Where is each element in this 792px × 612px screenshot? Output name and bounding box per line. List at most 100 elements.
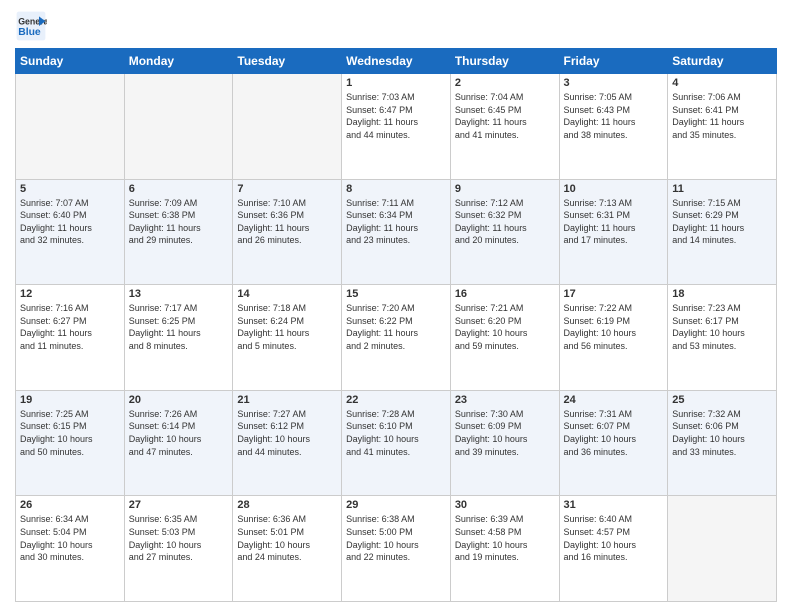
day-info: Sunrise: 7:13 AM Sunset: 6:31 PM Dayligh…: [564, 197, 664, 247]
calendar-cell: 24Sunrise: 7:31 AM Sunset: 6:07 PM Dayli…: [559, 390, 668, 496]
day-info: Sunrise: 7:16 AM Sunset: 6:27 PM Dayligh…: [20, 302, 120, 352]
day-info: Sunrise: 7:05 AM Sunset: 6:43 PM Dayligh…: [564, 91, 664, 141]
calendar-cell: 15Sunrise: 7:20 AM Sunset: 6:22 PM Dayli…: [342, 285, 451, 391]
day-info: Sunrise: 7:26 AM Sunset: 6:14 PM Dayligh…: [129, 408, 229, 458]
calendar-cell: 3 Sunrise: 7:05 AM Sunset: 6:43 PM Daylig…: [559, 74, 668, 180]
day-number: 31: [564, 499, 664, 511]
day-info: Sunrise: 6:39 AM Sunset: 4:58 PM Dayligh…: [455, 513, 555, 563]
day-info: Sunrise: 6:35 AM Sunset: 5:03 PM Dayligh…: [129, 513, 229, 563]
day-info: Sunrise: 7:15 AM Sunset: 6:29 PM Dayligh…: [672, 197, 772, 247]
day-info: Sunrise: 6:38 AM Sunset: 5:00 PM Dayligh…: [346, 513, 446, 563]
header: General Blue: [15, 10, 777, 42]
calendar-cell: 4 Sunrise: 7:06 AM Sunset: 6:41 PM Daylig…: [668, 74, 777, 180]
day-number: 2: [455, 77, 555, 89]
svg-text:Blue: Blue: [18, 27, 41, 38]
day-number: 6: [129, 183, 229, 195]
day-info: Sunrise: 7:09 AM Sunset: 6:38 PM Dayligh…: [129, 197, 229, 247]
calendar-cell: 7Sunrise: 7:10 AM Sunset: 6:36 PM Daylig…: [233, 179, 342, 285]
day-number: 21: [237, 394, 337, 406]
calendar-cell: 25 Sunrise: 7:32 AM Sunset: 6:06 PM Dayli…: [668, 390, 777, 496]
calendar-cell: 9 Sunrise: 7:12 AM Sunset: 6:32 PM Daylig…: [450, 179, 559, 285]
day-info: Sunrise: 6:34 AM Sunset: 5:04 PM Dayligh…: [20, 513, 120, 563]
day-number: 18: [672, 288, 772, 300]
logo-icon: General Blue: [15, 10, 47, 42]
day-number: 1: [346, 77, 446, 89]
day-number: 19: [20, 394, 120, 406]
calendar-cell: 2 Sunrise: 7:04 AM Sunset: 6:45 PM Daylig…: [450, 74, 559, 180]
calendar-cell: 31Sunrise: 6:40 AM Sunset: 4:57 PM Dayli…: [559, 496, 668, 602]
calendar-cell: 6 Sunrise: 7:09 AM Sunset: 6:38 PM Daylig…: [124, 179, 233, 285]
day-number: 15: [346, 288, 446, 300]
day-info: Sunrise: 7:28 AM Sunset: 6:10 PM Dayligh…: [346, 408, 446, 458]
day-info: Sunrise: 7:04 AM Sunset: 6:45 PM Dayligh…: [455, 91, 555, 141]
calendar-cell: 11 Sunrise: 7:15 AM Sunset: 6:29 PM Dayli…: [668, 179, 777, 285]
calendar-cell: [668, 496, 777, 602]
day-number: 12: [20, 288, 120, 300]
calendar-cell: 30Sunrise: 6:39 AM Sunset: 4:58 PM Dayli…: [450, 496, 559, 602]
day-number: 7: [237, 183, 337, 195]
calendar-cell: 13 Sunrise: 7:17 AM Sunset: 6:25 PM Dayli…: [124, 285, 233, 391]
day-number: 11: [672, 183, 772, 195]
day-number: 10: [564, 183, 664, 195]
week-row-2: 12 Sunrise: 7:16 AM Sunset: 6:27 PM Dayli…: [16, 285, 777, 391]
logo: General Blue: [15, 10, 47, 42]
calendar-cell: 22 Sunrise: 7:28 AM Sunset: 6:10 PM Dayli…: [342, 390, 451, 496]
day-number: 28: [237, 499, 337, 511]
calendar-cell: 18 Sunrise: 7:23 AM Sunset: 6:17 PM Dayli…: [668, 285, 777, 391]
day-number: 27: [129, 499, 229, 511]
calendar-cell: 23 Sunrise: 7:30 AM Sunset: 6:09 PM Dayli…: [450, 390, 559, 496]
day-number: 20: [129, 394, 229, 406]
day-info: Sunrise: 7:23 AM Sunset: 6:17 PM Dayligh…: [672, 302, 772, 352]
calendar-cell: 26 Sunrise: 6:34 AM Sunset: 5:04 PM Dayli…: [16, 496, 125, 602]
calendar-cell: 28 Sunrise: 6:36 AM Sunset: 5:01 PM Dayli…: [233, 496, 342, 602]
day-info: Sunrise: 7:17 AM Sunset: 6:25 PM Dayligh…: [129, 302, 229, 352]
day-number: 13: [129, 288, 229, 300]
weekday-header-tuesday: Tuesday: [233, 49, 342, 74]
weekday-header-monday: Monday: [124, 49, 233, 74]
day-info: Sunrise: 7:30 AM Sunset: 6:09 PM Dayligh…: [455, 408, 555, 458]
week-row-4: 26 Sunrise: 6:34 AM Sunset: 5:04 PM Dayli…: [16, 496, 777, 602]
day-info: Sunrise: 7:12 AM Sunset: 6:32 PM Dayligh…: [455, 197, 555, 247]
day-number: 24: [564, 394, 664, 406]
weekday-header-wednesday: Wednesday: [342, 49, 451, 74]
calendar-cell: [16, 74, 125, 180]
day-info: Sunrise: 7:21 AM Sunset: 6:20 PM Dayligh…: [455, 302, 555, 352]
calendar-cell: 19 Sunrise: 7:25 AM Sunset: 6:15 PM Dayli…: [16, 390, 125, 496]
calendar-cell: 5Sunrise: 7:07 AM Sunset: 6:40 PM Daylig…: [16, 179, 125, 285]
day-info: Sunrise: 7:25 AM Sunset: 6:15 PM Dayligh…: [20, 408, 120, 458]
day-number: 17: [564, 288, 664, 300]
day-info: Sunrise: 7:03 AM Sunset: 6:47 PM Dayligh…: [346, 91, 446, 141]
calendar-cell: 14Sunrise: 7:18 AM Sunset: 6:24 PM Dayli…: [233, 285, 342, 391]
day-number: 3: [564, 77, 664, 89]
day-number: 16: [455, 288, 555, 300]
day-number: 22: [346, 394, 446, 406]
day-number: 26: [20, 499, 120, 511]
calendar-cell: 17Sunrise: 7:22 AM Sunset: 6:19 PM Dayli…: [559, 285, 668, 391]
weekday-header-thursday: Thursday: [450, 49, 559, 74]
calendar-table: SundayMondayTuesdayWednesdayThursdayFrid…: [15, 48, 777, 602]
weekday-header-row: SundayMondayTuesdayWednesdayThursdayFrid…: [16, 49, 777, 74]
day-info: Sunrise: 6:36 AM Sunset: 5:01 PM Dayligh…: [237, 513, 337, 563]
day-number: 9: [455, 183, 555, 195]
calendar-cell: 21 Sunrise: 7:27 AM Sunset: 6:12 PM Dayli…: [233, 390, 342, 496]
day-info: Sunrise: 7:07 AM Sunset: 6:40 PM Dayligh…: [20, 197, 120, 247]
day-info: Sunrise: 7:32 AM Sunset: 6:06 PM Dayligh…: [672, 408, 772, 458]
calendar-cell: 29Sunrise: 6:38 AM Sunset: 5:00 PM Dayli…: [342, 496, 451, 602]
page: General Blue SundayMondayTuesdayWednesda…: [0, 0, 792, 612]
day-info: Sunrise: 7:06 AM Sunset: 6:41 PM Dayligh…: [672, 91, 772, 141]
weekday-header-friday: Friday: [559, 49, 668, 74]
week-row-1: 5Sunrise: 7:07 AM Sunset: 6:40 PM Daylig…: [16, 179, 777, 285]
day-info: Sunrise: 7:27 AM Sunset: 6:12 PM Dayligh…: [237, 408, 337, 458]
calendar-cell: [233, 74, 342, 180]
day-number: 23: [455, 394, 555, 406]
day-number: 14: [237, 288, 337, 300]
weekday-header-sunday: Sunday: [16, 49, 125, 74]
calendar-cell: 8Sunrise: 7:11 AM Sunset: 6:34 PM Daylig…: [342, 179, 451, 285]
week-row-3: 19 Sunrise: 7:25 AM Sunset: 6:15 PM Dayli…: [16, 390, 777, 496]
calendar-cell: 27 Sunrise: 6:35 AM Sunset: 5:03 PM Dayli…: [124, 496, 233, 602]
calendar-cell: 16 Sunrise: 7:21 AM Sunset: 6:20 PM Dayli…: [450, 285, 559, 391]
calendar-cell: [124, 74, 233, 180]
week-row-0: 1 Sunrise: 7:03 AM Sunset: 6:47 PM Daylig…: [16, 74, 777, 180]
day-number: 25: [672, 394, 772, 406]
day-number: 4: [672, 77, 772, 89]
